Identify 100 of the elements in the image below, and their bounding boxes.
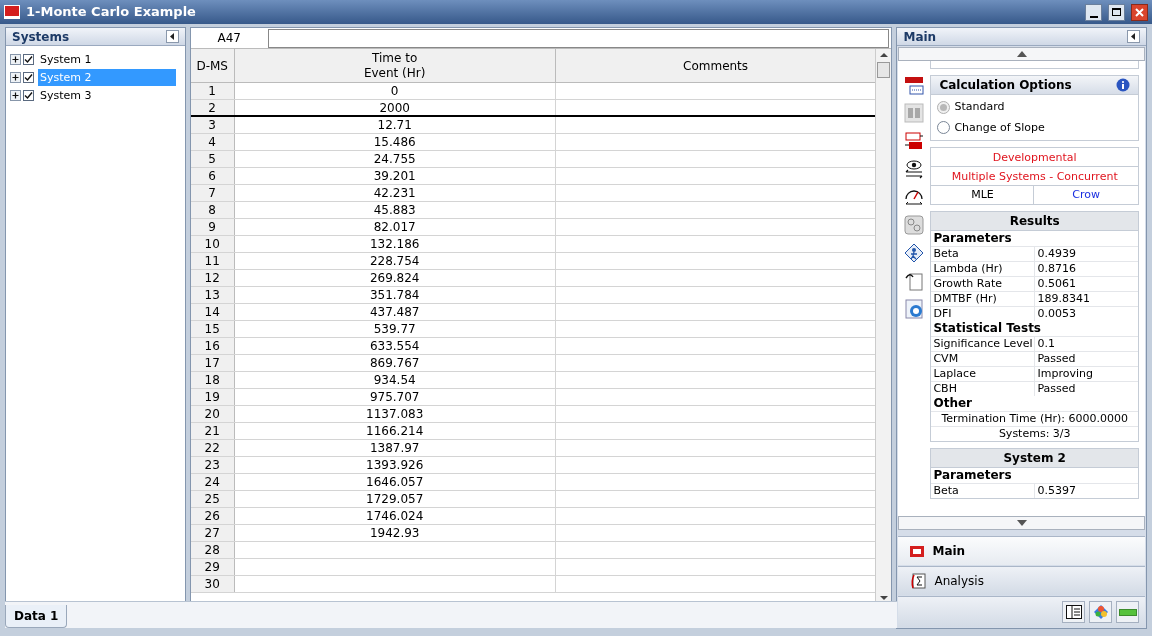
row-number[interactable]: 16	[190, 338, 235, 354]
layout-button[interactable]	[1062, 601, 1085, 623]
table-cell[interactable]: 1729.057	[234, 491, 556, 507]
table-cell[interactable]: 42.231	[234, 185, 556, 201]
row-number[interactable]: 14	[190, 304, 235, 320]
row-number[interactable]: 1	[190, 83, 235, 99]
tree-item[interactable]: System 1	[38, 50, 176, 68]
table-cell[interactable]: 1942.93	[234, 525, 556, 541]
table-cell[interactable]: 1393.926	[234, 457, 556, 473]
column-header[interactable]: D-MS	[190, 49, 235, 82]
minimize-button[interactable]	[1085, 3, 1102, 21]
expand-icon[interactable]	[10, 53, 21, 65]
close-button[interactable]	[1131, 3, 1148, 21]
scroll-down-icon	[1016, 520, 1027, 526]
model-label[interactable]: Crow	[1034, 186, 1138, 204]
formula-field[interactable]	[267, 28, 890, 48]
table-cell[interactable]: 24.755	[234, 151, 556, 167]
row-number[interactable]: 29	[190, 559, 235, 575]
row-number[interactable]: 18	[190, 372, 235, 388]
gauge-icon[interactable]	[904, 187, 925, 207]
row-number[interactable]: 19	[190, 389, 235, 405]
row-number[interactable]: 24	[190, 474, 235, 490]
row-number[interactable]: 2	[190, 100, 235, 115]
row-number[interactable]: 28	[190, 542, 235, 558]
expand-icon[interactable]	[10, 89, 21, 101]
table-cell[interactable]: 132.186	[234, 236, 556, 252]
table-cell[interactable]: 1137.083	[234, 406, 556, 422]
row-number[interactable]: 6	[190, 168, 235, 184]
circles-icon[interactable]	[904, 215, 925, 235]
table-cell[interactable]: 2000	[234, 100, 556, 115]
row-number[interactable]: 25	[190, 491, 235, 507]
table-cell[interactable]: 539.77	[234, 321, 556, 337]
row-number[interactable]: 27	[190, 525, 235, 541]
table-cell[interactable]: 82.017	[234, 219, 556, 235]
checkbox[interactable]	[23, 53, 34, 65]
conversion-icon[interactable]	[904, 131, 925, 151]
row-number[interactable]: 9	[190, 219, 235, 235]
results-title: Results	[931, 212, 1138, 231]
radio-button[interactable]	[937, 121, 951, 135]
data-type[interactable]: Multiple Systems - Concurrent	[931, 167, 1138, 186]
row-number[interactable]: 12	[190, 270, 235, 286]
sheet-tab[interactable]: Data 1	[5, 605, 68, 628]
column-header[interactable]: Comments	[555, 49, 876, 82]
model-type[interactable]: Developmental	[931, 148, 1138, 167]
table-cell[interactable]: 975.707	[234, 389, 556, 405]
table-cell[interactable]: 1166.214	[234, 423, 556, 439]
table-cell[interactable]: 269.824	[234, 270, 556, 286]
table-cell[interactable]: 934.54	[234, 372, 556, 388]
table-cell[interactable]: 1387.97	[234, 440, 556, 456]
vertical-scrollbar[interactable]	[875, 49, 892, 604]
result-label: Laplace	[931, 367, 1036, 381]
row-number[interactable]: 17	[190, 355, 235, 371]
row-number[interactable]: 20	[190, 406, 235, 422]
table-cell[interactable]: 45.883	[234, 202, 556, 218]
checkbox[interactable]	[23, 89, 34, 101]
runner-diamond-icon[interactable]	[904, 243, 925, 263]
row-number[interactable]: 13	[190, 287, 235, 303]
row-number[interactable]: 11	[190, 253, 235, 269]
table-cell[interactable]: 633.554	[234, 338, 556, 354]
method-label[interactable]: MLE	[931, 186, 1035, 204]
row-number[interactable]: 26	[190, 508, 235, 524]
expand-icon[interactable]	[10, 71, 21, 83]
nav-button[interactable]: Main	[898, 536, 1145, 565]
page-arrow-icon[interactable]	[904, 271, 925, 291]
table-cell[interactable]: 15.486	[234, 134, 556, 150]
table-cell[interactable]: 39.201	[234, 168, 556, 184]
collapse-button[interactable]	[1127, 30, 1140, 43]
row-number[interactable]: 5	[190, 151, 235, 167]
eye-arrows-icon[interactable]	[904, 159, 925, 179]
row-number[interactable]: 22	[190, 440, 235, 456]
row-number[interactable]: 8	[190, 202, 235, 218]
status-button[interactable]	[1116, 601, 1139, 623]
table-cell[interactable]: 437.487	[234, 304, 556, 320]
row-number[interactable]: 4	[190, 134, 235, 150]
row-number[interactable]: 23	[190, 457, 235, 473]
color-button[interactable]	[1089, 601, 1112, 623]
scroll-thumb[interactable]	[877, 62, 891, 78]
table-cell[interactable]: 1746.024	[234, 508, 556, 524]
row-number[interactable]: 15	[190, 321, 235, 337]
row-number[interactable]: 3	[190, 117, 235, 133]
tile-icon[interactable]	[904, 103, 925, 123]
row-number[interactable]: 30	[190, 576, 235, 592]
row-number[interactable]: 7	[190, 185, 235, 201]
row-number[interactable]: 21	[190, 423, 235, 439]
app-icon	[4, 5, 20, 19]
table-cell[interactable]: 228.754	[234, 253, 556, 269]
maximize-button[interactable]	[1108, 3, 1125, 21]
tree-item[interactable]: System 3	[38, 86, 176, 104]
row-number[interactable]: 10	[190, 236, 235, 252]
card-title: Calculation Options	[939, 77, 1072, 94]
collapse-button[interactable]	[165, 30, 179, 43]
table-cell[interactable]: 351.784	[234, 287, 556, 303]
table-cell[interactable]: 1646.057	[234, 474, 556, 490]
qcp-icon[interactable]	[904, 75, 925, 95]
column-header[interactable]: Time to Event (Hr)	[234, 49, 556, 82]
checkbox[interactable]	[23, 71, 34, 83]
table-cell[interactable]: 0	[234, 83, 556, 99]
info-icon[interactable]	[1116, 78, 1130, 92]
table-cell[interactable]: 12.71	[234, 117, 556, 133]
table-cell[interactable]: 869.767	[234, 355, 556, 371]
